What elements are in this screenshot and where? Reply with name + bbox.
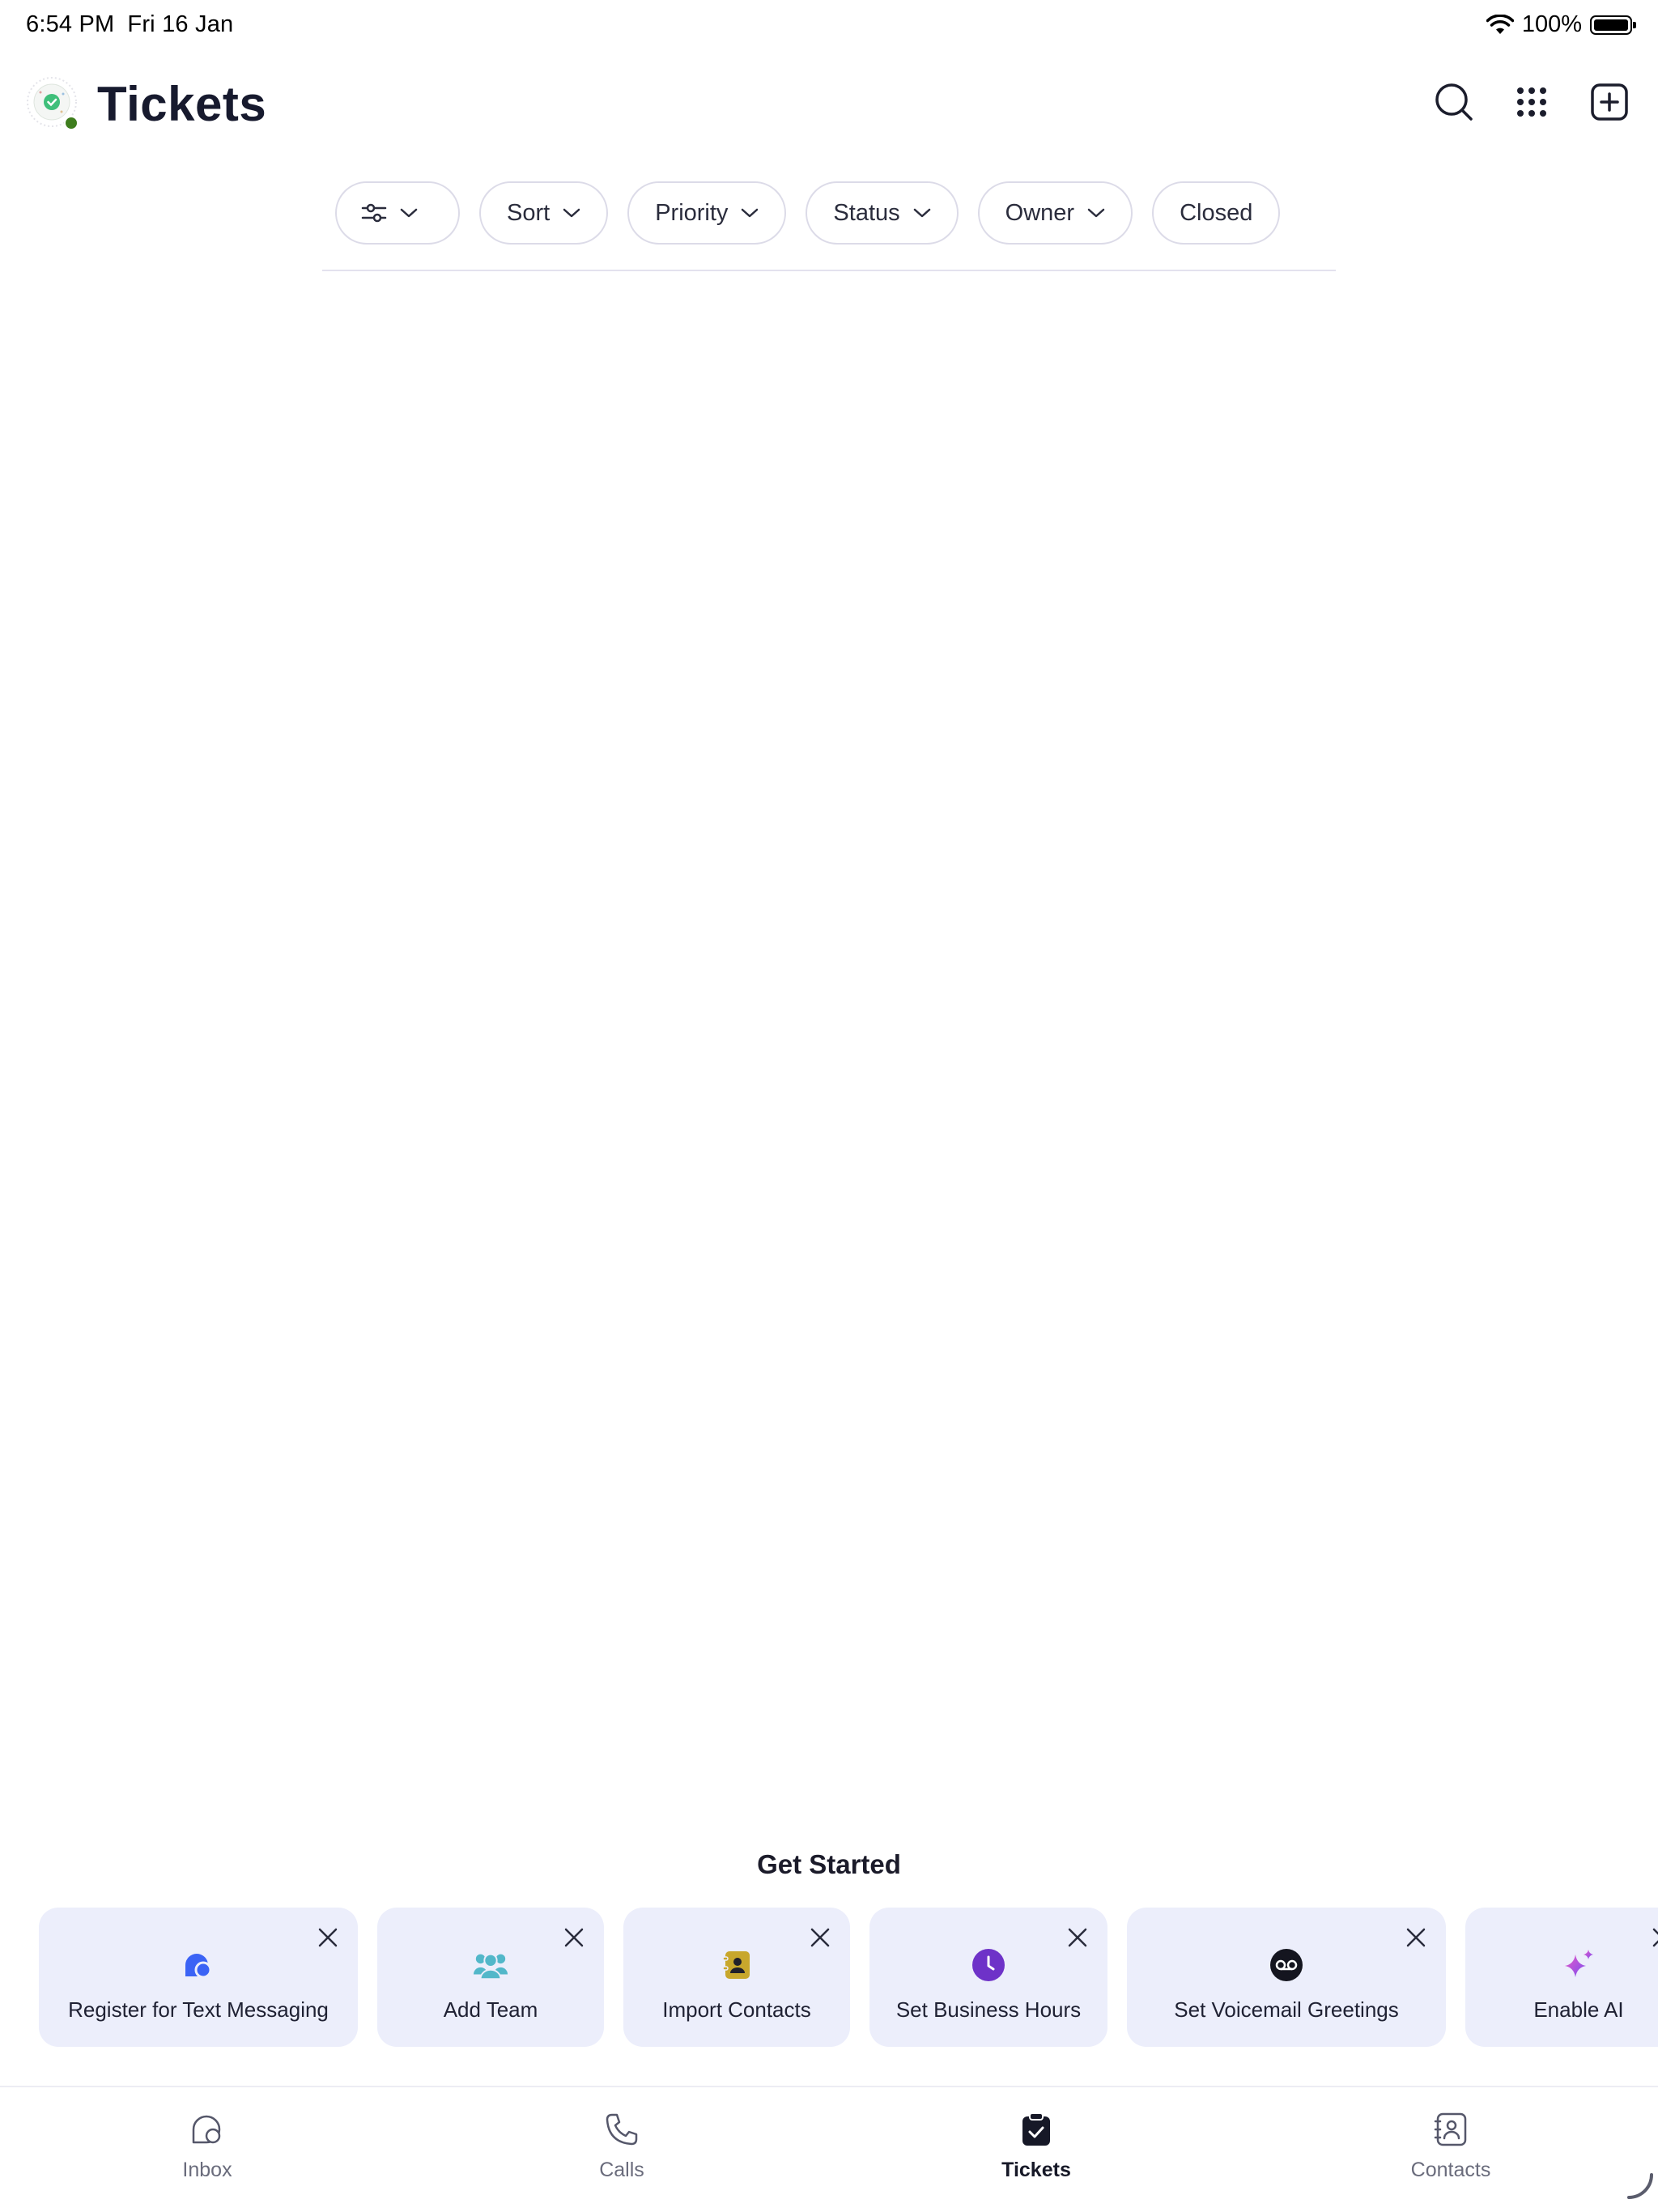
- dismiss-button[interactable]: [314, 1924, 342, 1951]
- card-register-text-messaging[interactable]: Register for Text Messaging: [39, 1908, 358, 2047]
- phone-icon: [602, 2110, 641, 2149]
- page-title: Tickets: [97, 77, 267, 131]
- priority-chip-label: Priority: [655, 199, 729, 226]
- close-icon: [318, 1928, 338, 1947]
- status-bar: 6:54 PM Fri 16 Jan 100%: [0, 0, 1658, 52]
- chevron-down-icon: [1087, 208, 1105, 218]
- sliders-icon: [361, 203, 387, 223]
- clock-icon: [971, 1947, 1006, 1983]
- card-label: Register for Text Messaging: [68, 1997, 329, 2022]
- owner-chip-label: Owner: [1005, 199, 1075, 226]
- dialpad-button[interactable]: [1509, 79, 1554, 125]
- close-icon: [1068, 1928, 1087, 1947]
- closed-chip-label: Closed: [1180, 199, 1253, 226]
- tab-calls[interactable]: Calls: [414, 2087, 829, 2212]
- search-icon: [1435, 83, 1473, 121]
- tab-label: Tickets: [1001, 2159, 1071, 2181]
- bottom-tab-bar: Inbox Calls Tickets Contacts: [0, 2087, 1658, 2212]
- get-started-cards: Register for Text Messaging Add Team Imp…: [39, 1908, 1658, 2047]
- dialpad-icon: [1517, 87, 1546, 117]
- battery-icon: [1590, 15, 1636, 35]
- wifi-icon: [1486, 14, 1514, 34]
- card-label: Enable AI: [1533, 1997, 1624, 2022]
- card-label: Import Contacts: [662, 1997, 811, 2022]
- tab-label: Inbox: [182, 2159, 232, 2181]
- status-indicators: 100%: [1486, 11, 1636, 38]
- filter-divider: [322, 270, 1336, 271]
- card-import-contacts[interactable]: Import Contacts: [623, 1908, 850, 2047]
- chevron-down-icon: [742, 208, 759, 218]
- header-actions: [1431, 79, 1632, 125]
- chevron-down-icon: [563, 208, 580, 218]
- card-add-team[interactable]: Add Team: [377, 1908, 604, 2047]
- tab-inbox[interactable]: Inbox: [0, 2087, 414, 2212]
- dismiss-button[interactable]: [806, 1924, 834, 1951]
- avatar[interactable]: [26, 76, 79, 130]
- dismiss-button[interactable]: [560, 1924, 588, 1951]
- contact-book-icon: [719, 1947, 755, 1983]
- chevron-down-icon: [400, 208, 418, 218]
- new-ticket-icon: [1591, 83, 1628, 121]
- card-set-voicemail-greetings[interactable]: Set Voicemail Greetings: [1127, 1908, 1446, 2047]
- status-time-date: 6:54 PM Fri 16 Jan: [26, 11, 233, 38]
- tab-label: Calls: [599, 2159, 644, 2181]
- get-started-title: Get Started: [757, 1849, 901, 1879]
- team-icon: [473, 1947, 508, 1983]
- close-icon: [1406, 1928, 1426, 1947]
- sort-chip[interactable]: Sort: [479, 181, 609, 245]
- card-enable-ai[interactable]: Enable AI: [1465, 1908, 1658, 2047]
- clipboard-check-icon: [1017, 2110, 1056, 2149]
- card-label: Add Team: [443, 1997, 538, 2022]
- filter-options-chip[interactable]: [335, 181, 460, 245]
- voicemail-icon: [1269, 1947, 1304, 1983]
- chevron-down-icon: [913, 208, 930, 218]
- owner-chip[interactable]: Owner: [977, 181, 1133, 245]
- new-ticket-button[interactable]: [1587, 79, 1632, 125]
- app-header: Tickets: [0, 71, 1658, 136]
- dismiss-button[interactable]: [1064, 1924, 1091, 1951]
- status-chip-label: Status: [833, 199, 900, 226]
- close-icon: [564, 1928, 584, 1947]
- search-button[interactable]: [1431, 79, 1477, 125]
- close-icon: [810, 1928, 830, 1947]
- status-chip[interactable]: Status: [806, 181, 959, 245]
- tab-label: Contacts: [1410, 2159, 1491, 2181]
- sparkle-icon: [1561, 1947, 1596, 1983]
- dismiss-button[interactable]: [1402, 1924, 1430, 1951]
- status-date: Fri 16 Jan: [127, 11, 234, 37]
- loading-spinner-icon: [1627, 2173, 1653, 2199]
- chat-bubble-icon: [181, 1947, 216, 1983]
- tickets-screen: 6:54 PM Fri 16 Jan 100% Tickets Sort Pri…: [0, 0, 1658, 2212]
- sort-chip-label: Sort: [507, 199, 551, 226]
- battery-percent: 100%: [1521, 11, 1582, 37]
- card-set-business-hours[interactable]: Set Business Hours: [869, 1908, 1107, 2047]
- card-label: Set Voicemail Greetings: [1174, 1997, 1399, 2022]
- closed-chip[interactable]: Closed: [1152, 181, 1281, 245]
- tab-tickets[interactable]: Tickets: [829, 2087, 1244, 2212]
- dismiss-button[interactable]: [1648, 1924, 1658, 1951]
- card-label: Set Business Hours: [895, 1997, 1082, 2022]
- contact-card-icon: [1431, 2110, 1470, 2149]
- close-icon: [1652, 1928, 1658, 1947]
- inbox-chat-icon: [188, 2110, 227, 2149]
- filter-bar: Sort Priority Status Owner Closed: [335, 181, 1281, 245]
- avatar-logo-icon: [27, 77, 79, 130]
- priority-chip[interactable]: Priority: [627, 181, 787, 245]
- status-time: 6:54 PM: [26, 11, 115, 37]
- tab-contacts[interactable]: Contacts: [1244, 2087, 1658, 2212]
